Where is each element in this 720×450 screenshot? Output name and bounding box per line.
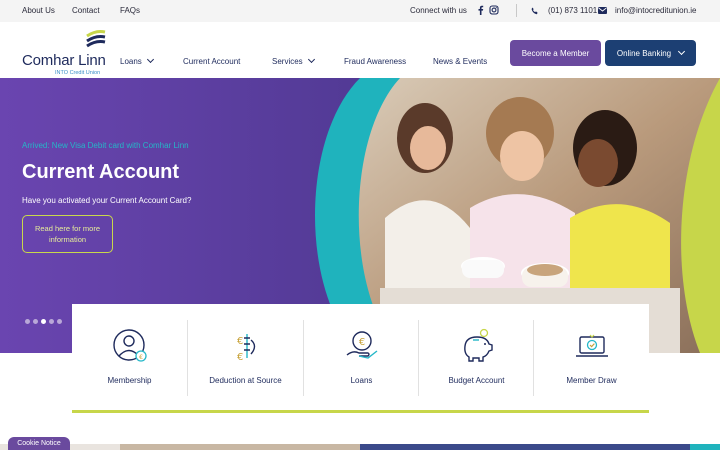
chevron-down-icon [146, 55, 154, 64]
logo-mark-icon [86, 30, 106, 48]
quick-links: € Membership € € Deduction at Source € L… [72, 304, 649, 410]
hero-description: Have you activated your Current Account … [22, 196, 192, 205]
quicklink-loans[interactable]: € Loans [304, 320, 419, 396]
hero-title: Current Account [22, 161, 180, 183]
envelope-icon [598, 6, 607, 15]
contact-link[interactable]: Contact [72, 6, 100, 15]
quicklink-membership[interactable]: € Membership [72, 320, 187, 396]
quicklink-label: Deduction at Source [209, 376, 282, 385]
facebook-icon[interactable] [477, 5, 484, 15]
carousel-dot[interactable] [57, 319, 62, 324]
online-banking-label: Online Banking [616, 48, 672, 58]
carousel-dot[interactable] [25, 319, 30, 324]
email-link[interactable]: info@intocreditunion.ie [615, 6, 697, 15]
nav-services[interactable]: Services [272, 55, 315, 66]
connect-label: Connect with us [410, 6, 467, 15]
chevron-down-icon [307, 55, 315, 64]
nav-loans-label: Loans [120, 57, 142, 66]
become-member-button[interactable]: Become a Member [510, 40, 601, 66]
instagram-icon[interactable] [489, 5, 499, 15]
divider [516, 4, 517, 17]
nav-services-label: Services [272, 57, 303, 66]
quicklink-budget-account[interactable]: Budget Account [419, 320, 534, 396]
carousel-dot-active[interactable] [41, 319, 46, 324]
next-section-preview [0, 444, 720, 450]
nav-loans[interactable]: Loans [120, 55, 154, 66]
phone-icon [531, 6, 539, 15]
accent-line [72, 410, 649, 413]
nav-news-events[interactable]: News & Events [433, 57, 487, 66]
quicklink-label: Loans [350, 376, 373, 385]
top-bar: About Us Contact FAQs Connect with us (0… [0, 0, 720, 22]
quicklink-deduction-at-source[interactable]: € € Deduction at Source [188, 320, 303, 396]
euro-transfer-icon: € € [237, 334, 256, 363]
quicklink-label: Budget Account [448, 376, 505, 385]
carousel-dot[interactable] [33, 319, 38, 324]
chevron-down-icon [678, 47, 686, 55]
cookie-notice-button[interactable]: Cookie Notice [8, 437, 70, 450]
quicklink-label: Membership [107, 376, 152, 385]
about-us-link[interactable]: About Us [22, 6, 55, 15]
online-banking-button[interactable]: Online Banking [605, 40, 696, 66]
read-more-button[interactable]: Read here for more information [22, 215, 113, 253]
carousel-dot[interactable] [49, 319, 54, 324]
svg-text:€: € [237, 336, 243, 347]
read-more-label: Read here for more information [34, 224, 101, 244]
member-icon: € [113, 329, 147, 362]
logo-name: Comhar Linn [22, 52, 106, 69]
quicklink-member-draw[interactable]: Member Draw [534, 320, 649, 396]
logo[interactable]: Comhar Linn INTO Credit Union [22, 28, 112, 76]
phone-link[interactable]: (01) 873 1101 [548, 6, 597, 15]
svg-text:€: € [139, 354, 143, 361]
hero-kicker-link[interactable]: Arrived: New Visa Debit card with Comhar… [22, 141, 189, 150]
piggy-bank-icon [464, 328, 493, 362]
hand-coin-icon: € [346, 331, 378, 359]
nav-current-account[interactable]: Current Account [183, 57, 240, 66]
laptop-draw-icon [576, 334, 608, 357]
become-member-label: Become a Member [521, 48, 590, 58]
faqs-link[interactable]: FAQs [120, 6, 140, 15]
svg-text:€: € [237, 352, 243, 363]
svg-text:€: € [359, 337, 365, 348]
quicklink-label: Member Draw [566, 376, 617, 385]
cookie-notice-label: Cookie Notice [17, 440, 61, 447]
logo-subtitle: INTO Credit Union [55, 70, 101, 76]
site-header: Comhar Linn INTO Credit Union Loans Curr… [0, 22, 720, 78]
nav-fraud-awareness[interactable]: Fraud Awareness [344, 57, 406, 66]
